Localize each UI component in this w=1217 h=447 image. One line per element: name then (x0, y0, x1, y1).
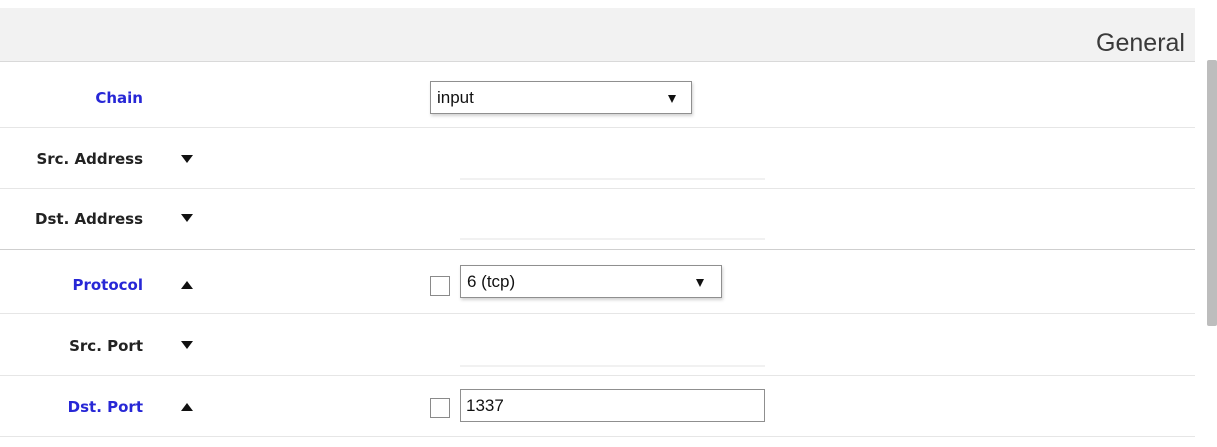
row-divider (0, 436, 1195, 437)
protocol-label: Protocol (72, 276, 143, 294)
src-address-label: Src. Address (36, 150, 143, 168)
dropdown-arrow-icon (696, 279, 704, 287)
src-port-label: Src. Port (69, 337, 143, 355)
section-header (0, 8, 1195, 61)
dst-port-negate-checkbox[interactable] (430, 398, 450, 418)
row-divider (0, 127, 1195, 128)
dst-port-collapse-icon[interactable] (181, 403, 193, 411)
src-port-field[interactable] (460, 365, 765, 367)
chain-select[interactable]: input (430, 81, 692, 114)
dst-port-label: Dst. Port (67, 398, 143, 416)
dst-address-expand-icon[interactable] (181, 214, 193, 222)
row-divider (0, 313, 1195, 314)
protocol-collapse-icon[interactable] (181, 281, 193, 289)
chain-label: Chain (95, 89, 143, 107)
src-address-expand-icon[interactable] (181, 155, 193, 163)
top-strip (0, 0, 1217, 8)
protocol-select[interactable]: 6 (tcp) (460, 265, 722, 298)
row-divider (0, 375, 1195, 376)
dst-address-label: Dst. Address (35, 210, 143, 228)
header-divider (0, 61, 1195, 62)
src-port-expand-icon[interactable] (181, 341, 193, 349)
row-divider (0, 188, 1195, 189)
group-divider (0, 249, 1195, 250)
section-title: General (1096, 29, 1185, 57)
dst-port-input[interactable] (460, 389, 765, 422)
vertical-scrollbar[interactable] (1207, 60, 1217, 326)
protocol-select-value: 6 (tcp) (467, 272, 516, 291)
protocol-negate-checkbox[interactable] (430, 276, 450, 296)
src-address-field[interactable] (460, 178, 765, 180)
dst-address-field[interactable] (460, 238, 765, 240)
chain-select-value: input (437, 88, 474, 107)
dropdown-arrow-icon (668, 95, 676, 103)
